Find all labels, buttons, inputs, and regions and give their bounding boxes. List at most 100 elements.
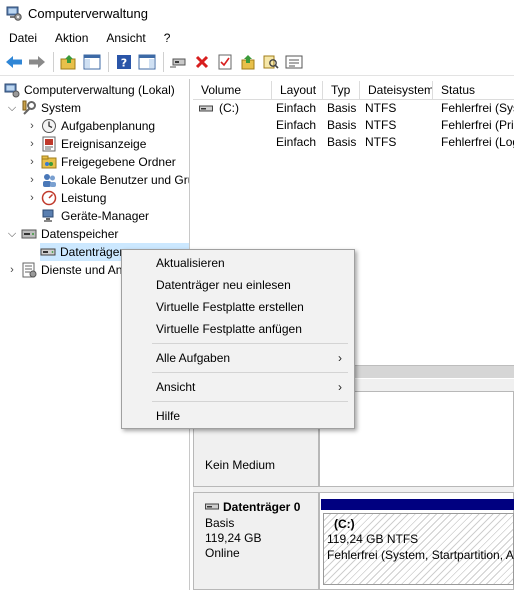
menu-aktion[interactable]: Aktion	[46, 28, 97, 48]
up-folder-icon	[60, 55, 76, 70]
menu-datei[interactable]: Datei	[0, 28, 46, 48]
menu-ansicht[interactable]: Ansicht	[97, 28, 154, 48]
menu-item-aktualisieren[interactable]: Aktualisieren	[122, 252, 354, 274]
tree-item-label: Datenträger	[60, 245, 124, 259]
table-row[interactable]: Einfach Basis NTFS Fehlerfrei (Log	[193, 134, 514, 151]
disk0-name: Datenträger 0	[223, 500, 301, 514]
chevron-down-icon[interactable]: ⌵	[6, 228, 18, 240]
partition-status: Fehlerfrei (System, Startpartition, Au	[327, 548, 514, 562]
chevron-right-icon[interactable]: ›	[26, 192, 38, 204]
dateisystem-cell: NTFS	[365, 101, 397, 115]
tree-item-label: Geräte-Manager	[61, 209, 150, 223]
menu-item-alle-aufgaben[interactable]: Alle Aufgaben ›	[122, 347, 354, 369]
system-tools-icon	[21, 100, 37, 116]
status-cell: Fehlerfrei (Log	[441, 135, 514, 149]
search-button[interactable]	[260, 51, 282, 73]
properties-icon	[218, 54, 232, 70]
properties-button[interactable]	[214, 51, 236, 73]
tree-item-label: Computerverwaltung (Lokal)	[24, 83, 175, 97]
volume-icon	[199, 105, 213, 111]
cdrom-medium-status: Kein Medium	[205, 458, 276, 472]
disk0-state: Online	[205, 546, 240, 560]
performance-icon	[41, 190, 57, 206]
chevron-down-icon[interactable]: ⌵	[6, 102, 18, 114]
disk-drive-icon	[40, 244, 56, 260]
users-icon	[41, 172, 57, 188]
typ-cell: Basis	[327, 118, 357, 132]
tree-item-geraete-manager[interactable]: Geräte-Manager	[41, 207, 149, 225]
menu-separator	[152, 372, 348, 373]
tree-item-freigegebene-ordner[interactable]: › Freigegebene Ordner	[26, 153, 176, 171]
delete-icon	[195, 55, 209, 69]
menu-bar: Datei Aktion Ansicht ?	[0, 28, 514, 48]
menu-item-virtuelle-festplatte-erstellen[interactable]: Virtuelle Festplatte erstellen	[122, 296, 354, 318]
toolbar-separator	[163, 52, 164, 72]
back-button[interactable]	[3, 51, 25, 73]
menu-item-hilfe[interactable]: Hilfe	[122, 405, 354, 427]
disk0-label-box[interactable]: Datenträger 0 Basis 119,24 GB Online	[193, 492, 319, 590]
layout-cell: Einfach	[276, 135, 317, 149]
menu-help[interactable]: ?	[155, 28, 180, 48]
submenu-arrow-icon: ›	[338, 351, 342, 365]
show-action-pane-button[interactable]	[136, 51, 158, 73]
tree-item-root[interactable]: Computerverwaltung (Lokal)	[4, 81, 175, 99]
column-header-layout[interactable]: Layout	[272, 81, 323, 100]
table-row[interactable]: Einfach Basis NTFS Fehlerfrei (Prir	[193, 117, 514, 134]
tree-item-lokale-benutzer[interactable]: › Lokale Benutzer und Gru	[26, 171, 190, 189]
tree-item-leistung[interactable]: › Leistung	[26, 189, 106, 207]
menu-item-datentraeger-neu-einlesen[interactable]: Datenträger neu einlesen	[122, 274, 354, 296]
tree-item-ereignisanzeige[interactable]: › Ereignisanzeige	[26, 135, 146, 153]
tree-item-dienste[interactable]: › Dienste und An	[6, 261, 122, 279]
column-header-volume[interactable]: Volume	[193, 81, 272, 100]
tree-item-label: Lokale Benutzer und Gru	[61, 173, 190, 187]
forward-button[interactable]	[26, 51, 48, 73]
dateisystem-cell: NTFS	[365, 118, 397, 132]
delete-button[interactable]	[191, 51, 213, 73]
tree-item-label: System	[41, 101, 82, 115]
up-folder-button[interactable]	[58, 51, 80, 73]
computer-management-icon	[6, 5, 22, 21]
tree-item-label: Datenspeicher	[41, 227, 119, 241]
tree-item-label: Freigegebene Ordner	[61, 155, 176, 169]
volume-bar	[321, 499, 514, 510]
tree-item-aufgabenplanung[interactable]: › Aufgabenplanung	[26, 117, 155, 135]
title-bar: Computerverwaltung	[0, 0, 514, 26]
help-button[interactable]: ?	[113, 51, 135, 73]
connect-drive-button[interactable]	[168, 51, 190, 73]
chevron-right-icon[interactable]: ›	[26, 120, 38, 132]
menu-item-virtuelle-festplatte-anfuegen[interactable]: Virtuelle Festplatte anfügen	[122, 318, 354, 340]
show-hide-tree-icon	[83, 54, 101, 70]
layout-cell: Einfach	[276, 118, 317, 132]
show-hide-tree-button[interactable]	[81, 51, 103, 73]
menu-separator	[152, 401, 348, 402]
toolbar-separator	[108, 52, 109, 72]
chevron-right-icon[interactable]: ›	[26, 174, 38, 186]
disk-list-button[interactable]	[283, 51, 305, 73]
dateisystem-cell: NTFS	[365, 135, 397, 149]
tree-item-label: Ereignisanzeige	[61, 137, 147, 151]
clock-icon	[41, 118, 57, 134]
chevron-right-icon[interactable]: ›	[6, 264, 18, 276]
menu-item-ansicht[interactable]: Ansicht ›	[122, 376, 354, 398]
typ-cell: Basis	[327, 101, 357, 115]
forward-arrow-icon	[29, 56, 45, 68]
partition-c[interactable]: (C:) 119,24 GB NTFS Fehlerfrei (System, …	[323, 513, 514, 585]
toolbar: ?	[0, 49, 514, 76]
column-header-status[interactable]: Status	[433, 81, 514, 100]
column-header-typ[interactable]: Typ	[323, 81, 360, 100]
tree-item-datenspeicher[interactable]: ⌵ Datenspeicher	[6, 225, 119, 243]
computer-management-icon	[4, 82, 20, 98]
search-icon	[263, 55, 279, 69]
column-header-dateisystem[interactable]: Dateisystem	[360, 81, 433, 100]
connect-drive-icon	[170, 58, 186, 68]
partition-size-fs: 119,24 GB NTFS	[327, 532, 419, 546]
import-icon	[241, 55, 255, 70]
chevron-right-icon[interactable]: ›	[26, 156, 38, 168]
layout-cell: Einfach	[276, 101, 317, 115]
tree-item-system[interactable]: ⌵ System	[6, 99, 81, 117]
table-row[interactable]: (C:) Einfach Basis NTFS Fehlerfrei (Sys	[193, 100, 514, 117]
import-button[interactable]	[237, 51, 259, 73]
chevron-right-icon[interactable]: ›	[26, 138, 38, 150]
tree-item-label: Aufgabenplanung	[61, 119, 156, 133]
disk0-type: Basis	[205, 516, 235, 530]
